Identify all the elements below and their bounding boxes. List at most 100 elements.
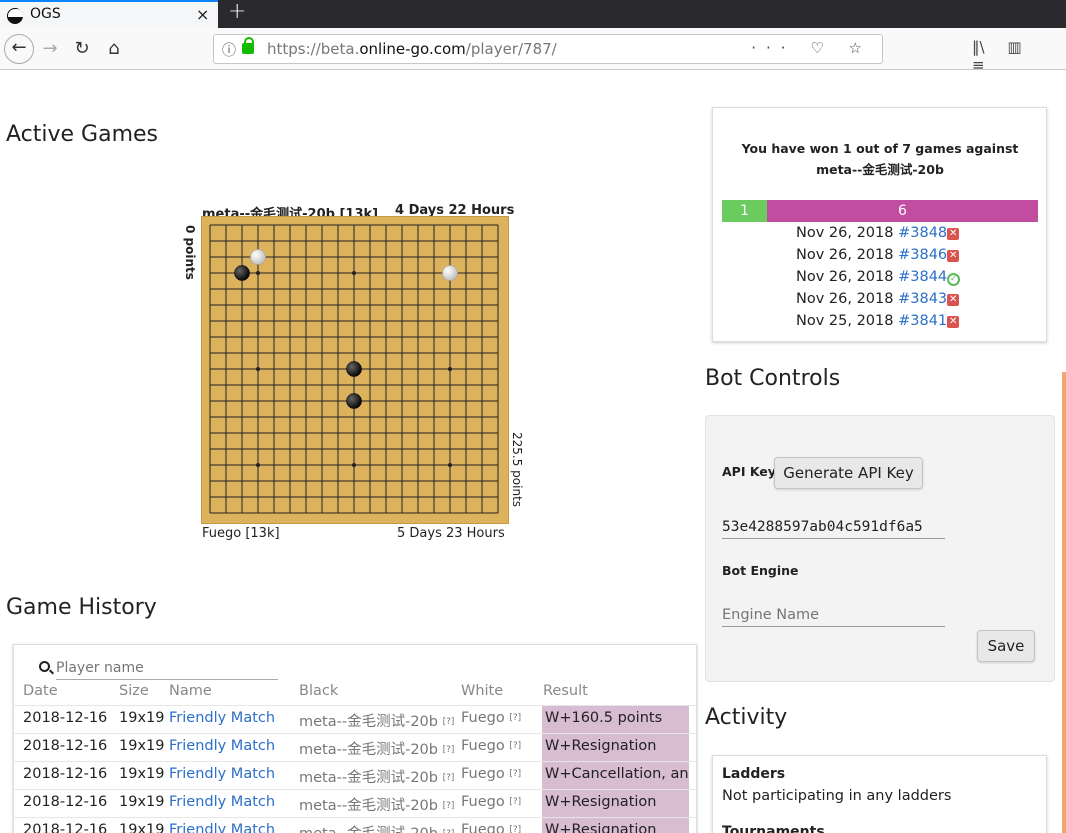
white-points: 0 points bbox=[183, 225, 197, 280]
record-game-link[interactable]: #3846 bbox=[898, 247, 947, 263]
tab-ogs[interactable]: OGS × bbox=[0, 0, 218, 28]
history-game-name-link[interactable]: Friendly Match bbox=[169, 822, 275, 833]
page-scrollbar[interactable] bbox=[1062, 372, 1066, 833]
bot-controls-panel: API Key Generate API Key Bot Engine Save bbox=[705, 415, 1055, 682]
history-black-player: meta--金毛测试-20b [?] bbox=[299, 710, 454, 731]
column-header-name[interactable]: Name bbox=[169, 683, 212, 699]
history-black-player: meta--金毛测试-20b [?] bbox=[299, 794, 454, 815]
record-game-link[interactable]: #3843 bbox=[898, 291, 947, 307]
menu-icon[interactable]: ≡ bbox=[972, 56, 985, 74]
history-game-name-link[interactable]: Friendly Match bbox=[169, 766, 275, 782]
ogs-favicon-icon bbox=[7, 8, 23, 24]
save-button[interactable]: Save bbox=[977, 630, 1035, 662]
column-header-size[interactable]: Size bbox=[119, 683, 149, 699]
history-black-player-text: meta--金毛测试-20b bbox=[299, 798, 438, 814]
rank-unknown-marker: [?] bbox=[442, 745, 455, 755]
column-header-white[interactable]: White bbox=[461, 683, 503, 699]
go-board-grid[interactable] bbox=[202, 217, 508, 523]
rank-unknown-marker: [?] bbox=[509, 825, 522, 833]
black-stone bbox=[234, 265, 250, 281]
star-point bbox=[256, 271, 260, 275]
tab-bar: OGS × + bbox=[0, 0, 1066, 28]
ladders-text: Not participating in any ladders bbox=[722, 788, 952, 804]
loss-x-icon: ✕ bbox=[947, 228, 960, 240]
go-board[interactable] bbox=[202, 217, 508, 523]
history-date: 2018-12-16 bbox=[23, 822, 107, 833]
rank-unknown-marker: [?] bbox=[509, 769, 522, 779]
loss-x-icon: ✕ bbox=[947, 316, 960, 328]
history-game-name-link[interactable]: Friendly Match bbox=[169, 794, 275, 810]
active-game-preview[interactable]: meta--金毛测试-20b [13k] 4 Days 22 Hours 0 p… bbox=[183, 200, 524, 545]
url-text[interactable]: https://beta.online-go.com/player/787/ bbox=[267, 40, 557, 58]
api-key-label: API Key bbox=[722, 464, 776, 479]
sidebar-icon[interactable]: ▥ bbox=[1007, 38, 1021, 56]
black-player-name: Fuego [13k] bbox=[202, 526, 280, 541]
history-date-text: 2018-12-16 bbox=[23, 766, 108, 782]
api-key-field[interactable] bbox=[722, 515, 945, 539]
star-point bbox=[448, 367, 452, 371]
record-game-link[interactable]: #3844 bbox=[898, 269, 947, 285]
history-size: 19x19 bbox=[119, 794, 164, 810]
url-bar[interactable]: ⓘ https://beta.online-go.com/player/787/… bbox=[213, 34, 883, 64]
tab-close-icon[interactable]: × bbox=[196, 5, 209, 24]
history-row[interactable]: 2018-12-16 19x19 Friendly Match meta--金毛测试-… bbox=[14, 789, 696, 818]
new-tab-icon[interactable]: + bbox=[228, 0, 246, 24]
history-white-player-text: Fuego bbox=[461, 766, 505, 782]
activity-heading: Activity bbox=[705, 705, 788, 730]
history-size: 19x19 bbox=[119, 766, 164, 782]
history-white-player: Fuego [?] bbox=[461, 738, 521, 754]
player-search-input[interactable] bbox=[56, 656, 278, 680]
history-white-player: Fuego [?] bbox=[461, 794, 521, 810]
reload-button[interactable]: ↻ bbox=[68, 36, 96, 64]
info-icon[interactable]: ⓘ bbox=[222, 40, 236, 60]
column-header-date[interactable]: Date bbox=[23, 683, 58, 699]
history-row[interactable]: 2018-12-16 19x19 Friendly Match meta--金毛测试-… bbox=[14, 761, 696, 790]
history-size-text: 19x19 bbox=[119, 766, 165, 782]
navigation-bar: ← → ↻ ⌂ ⓘ https://beta.online-go.com/pla… bbox=[0, 28, 1066, 74]
record-game-row: Nov 26, 2018 #3846 ✕ bbox=[796, 247, 960, 263]
record-game-date: Nov 26, 2018 bbox=[796, 225, 894, 241]
rank-unknown-marker: [?] bbox=[442, 773, 455, 783]
history-row[interactable]: 2018-12-16 19x19 Friendly Match meta--金毛测试-… bbox=[14, 705, 696, 734]
history-size: 19x19 bbox=[119, 738, 164, 754]
history-date: 2018-12-16 bbox=[23, 794, 107, 810]
history-game-name-link-text: Friendly Match bbox=[169, 822, 276, 833]
history-result: W+Cancellation, ann bbox=[542, 762, 689, 790]
history-white-player: Fuego [?] bbox=[461, 710, 521, 726]
active-games-heading: Active Games bbox=[6, 122, 159, 147]
record-game-date: Nov 26, 2018 bbox=[796, 247, 894, 263]
record-game-link[interactable]: #3841 bbox=[898, 313, 947, 329]
history-size-text: 19x19 bbox=[119, 710, 165, 726]
forward-button[interactable]: → bbox=[36, 36, 64, 64]
back-button[interactable]: ← bbox=[4, 34, 34, 64]
history-result: W+Resignation bbox=[542, 734, 689, 762]
column-header-black[interactable]: Black bbox=[299, 683, 338, 699]
loss-x-icon: ✕ bbox=[947, 294, 960, 306]
history-result: W+Resignation bbox=[542, 818, 689, 833]
history-game-name-link[interactable]: Friendly Match bbox=[169, 710, 275, 726]
home-button[interactable]: ⌂ bbox=[100, 36, 128, 64]
page-actions-icons[interactable]: ··· ♡ ☆ bbox=[751, 39, 872, 57]
history-game-name-link-text: Friendly Match bbox=[169, 794, 276, 810]
record-game-link[interactable]: #3848 bbox=[898, 225, 947, 241]
column-header-result[interactable]: Result bbox=[543, 683, 588, 699]
history-black-player-text: meta--金毛测试-20b bbox=[299, 742, 438, 758]
history-black-player: meta--金毛测试-20b [?] bbox=[299, 766, 454, 787]
record-game-row: Nov 26, 2018 #3843 ✕ bbox=[796, 291, 960, 307]
black-points: 225.5 points bbox=[510, 432, 524, 508]
library-icon[interactable]: ‖\ bbox=[972, 38, 985, 56]
record-game-row: Nov 26, 2018 #3844 ✓ bbox=[796, 269, 961, 286]
history-white-player: Fuego [?] bbox=[461, 822, 521, 833]
history-row[interactable]: 2018-12-16 19x19 Friendly Match meta--金毛测试-… bbox=[14, 817, 696, 833]
history-row[interactable]: 2018-12-16 19x19 Friendly Match meta--金毛测试-… bbox=[14, 733, 696, 762]
history-size-text: 19x19 bbox=[119, 738, 165, 754]
history-game-name-link-text: Friendly Match bbox=[169, 738, 276, 754]
history-white-player-text: Fuego bbox=[461, 822, 505, 833]
white-stone bbox=[442, 265, 458, 281]
engine-name-input[interactable] bbox=[722, 603, 945, 627]
wins-segment: 1 bbox=[722, 200, 767, 222]
history-size-text: 19x19 bbox=[119, 794, 165, 810]
generate-api-key-button[interactable]: Generate API Key bbox=[774, 457, 923, 489]
history-game-name-link[interactable]: Friendly Match bbox=[169, 738, 275, 754]
record-title: You have won 1 out of 7 games against me… bbox=[741, 141, 1019, 177]
